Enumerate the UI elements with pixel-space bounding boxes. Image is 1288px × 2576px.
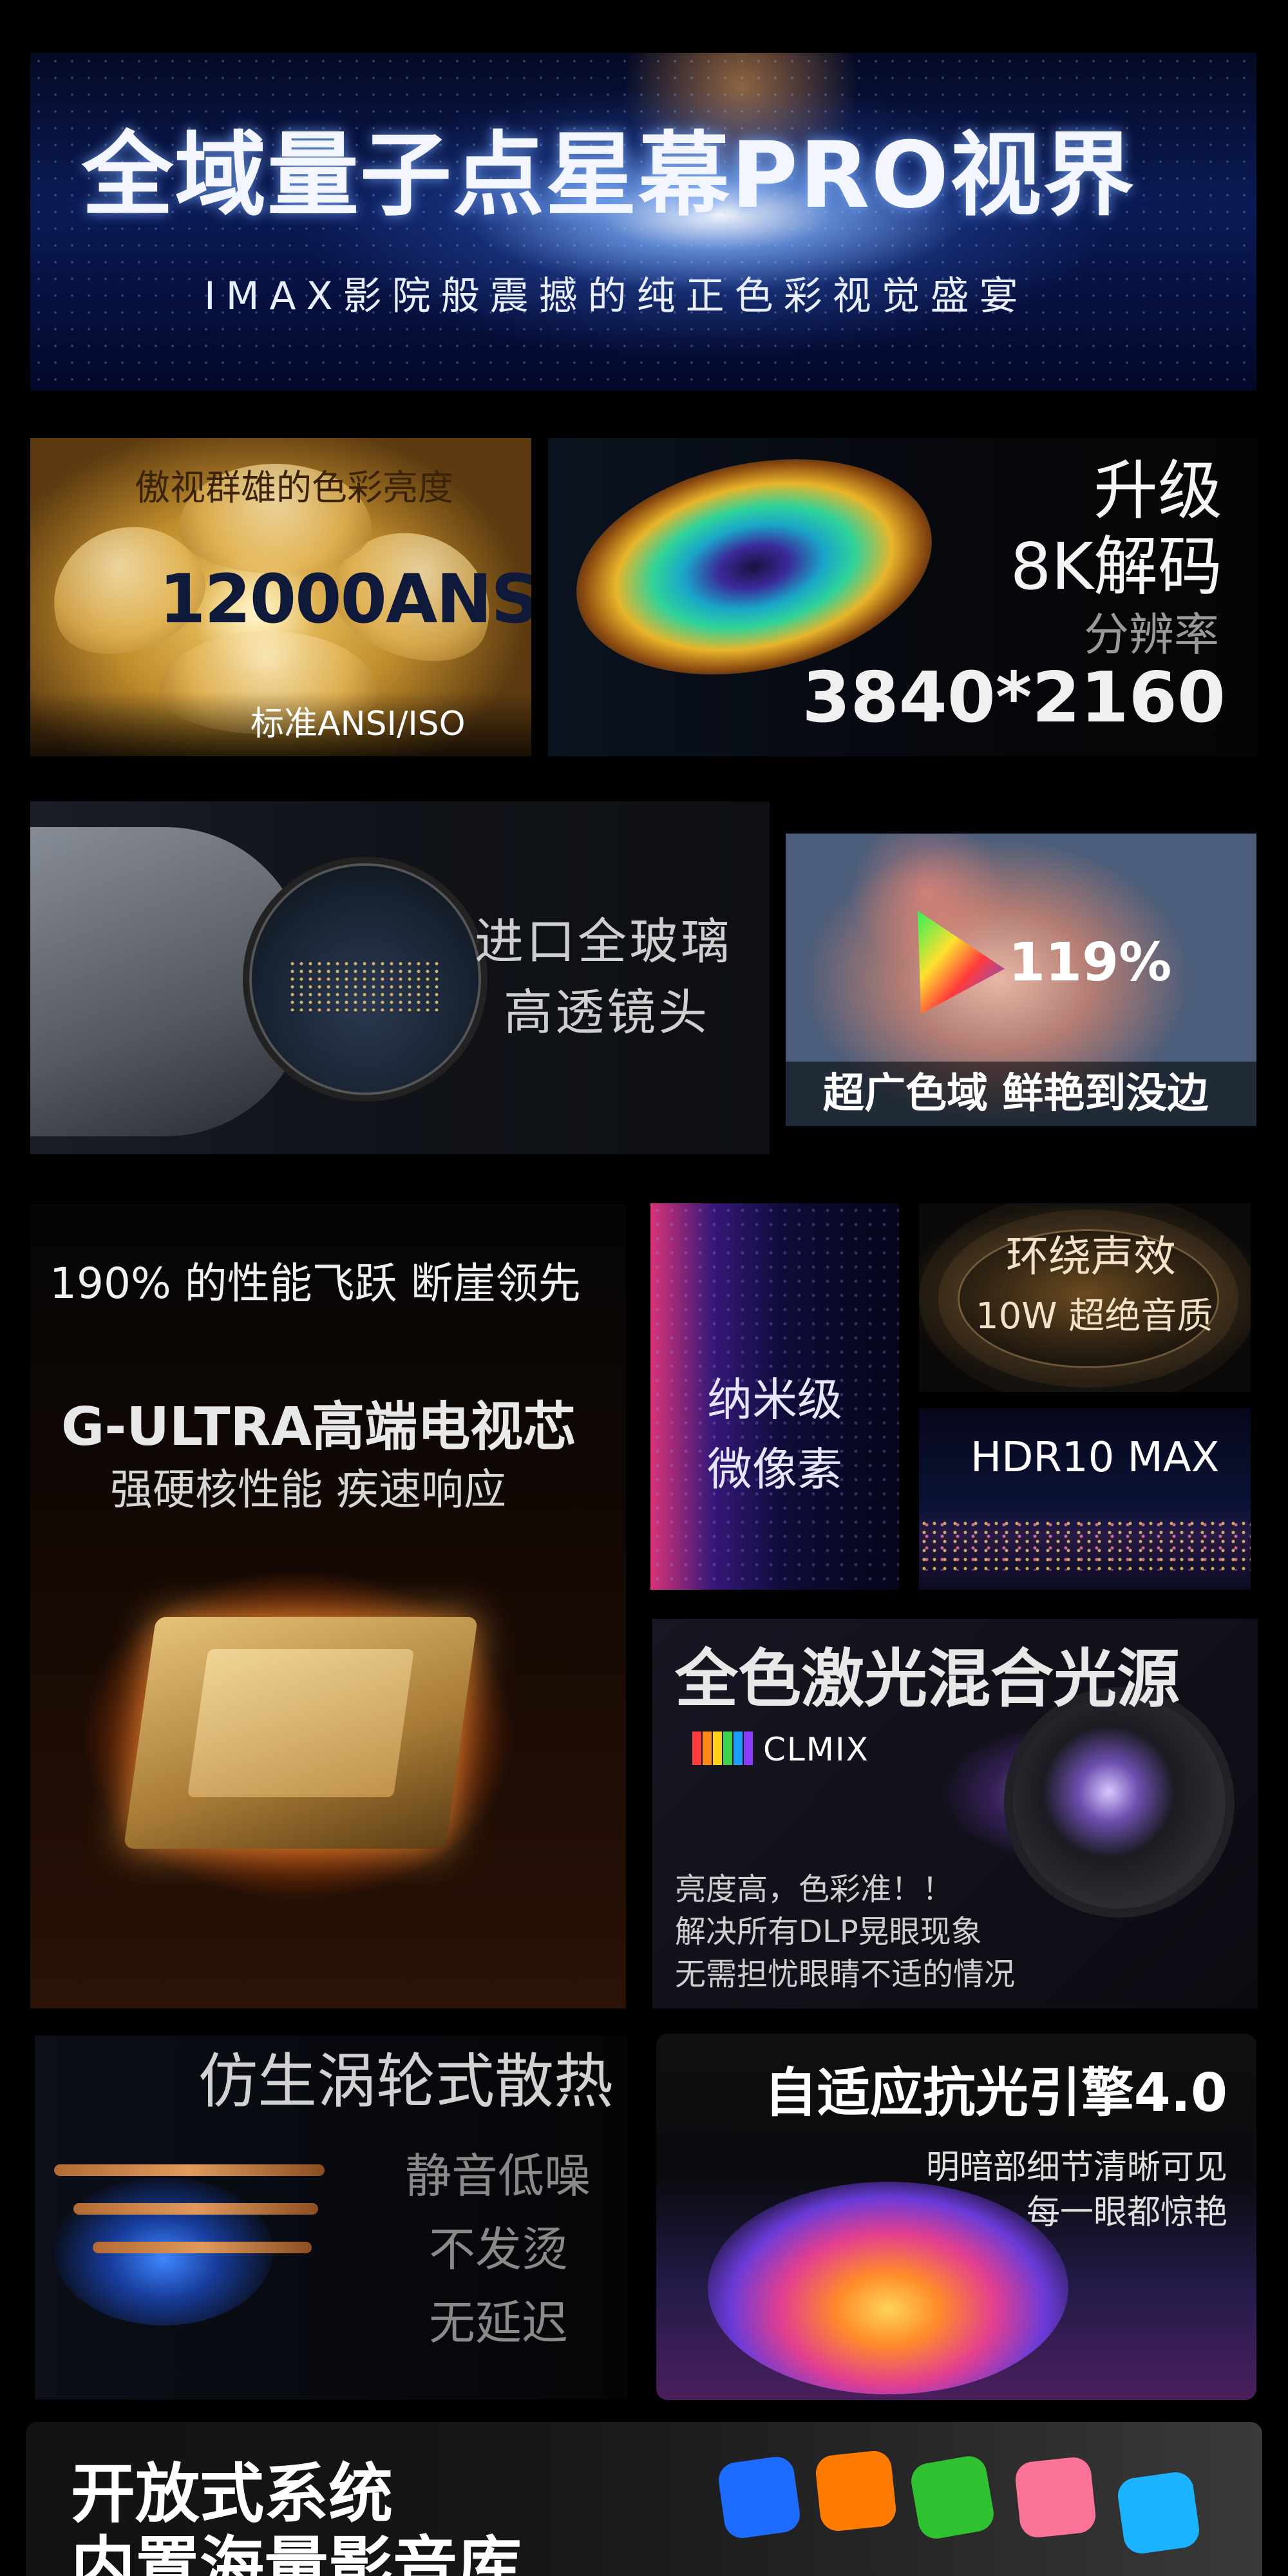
antilight-line1: 明暗部细节清晰可见 [925,2148,1227,2187]
surround-sound-card: 环绕声效 10W 超绝音质 [919,1203,1251,1392]
system-card: 开放式系统 内置海量影音库 [26,2422,1262,2576]
hero-title: 全域量子点星幕PRO视界 [82,122,1136,229]
gamut-percent: 119% [1009,932,1172,993]
brightness-standard: 标准ANSI/ISO [251,705,466,743]
chip-subtitle: 强硬核性能 疾速响应 [110,1465,506,1514]
laser-desc2: 解决所有DLP晃眼现象 [675,1914,982,1950]
laser-desc1: 亮度高，色彩准！！ [675,1871,954,1907]
magnifier-lens-image [243,857,488,1102]
chip-card: 190% 的性能飞跃 断崖领先 G-ULTRA高端电视芯 强硬核性能 疾速响应 [30,1205,626,2008]
lens-line1: 进口全玻璃 [475,913,732,970]
nano-pixel-card: 纳米级 微像素 [650,1203,899,1590]
resolution-line2: 8K解码 [1010,529,1222,604]
laser-title: 全色激光混合光源 [675,1643,1180,1716]
brightness-card: 傲视群雄的色彩亮度 12000ANSI 标准ANSI/ISO [30,438,531,756]
youku-app-icon [1115,2470,1202,2556]
flower-image [708,2182,1068,2394]
cooling-line3: 无延迟 [429,2296,569,2350]
antilight-line2: 每一眼都惊艳 [1026,2193,1227,2232]
resolution-line3: 分辨率 [1084,608,1219,661]
city-skyline-image [919,1519,1251,1570]
antilight-title: 自适应抗光引擎4.0 [764,2063,1227,2124]
resolution-card: 升级 8K解码 分辨率 3840*2160 [548,438,1258,756]
cooling-title: 仿生涡轮式散热 [198,2047,614,2116]
gamut-triangle-icon [918,911,1005,1014]
cooling-line1: 静音低噪 [405,2149,591,2203]
lens-line2: 高透镜头 [504,984,710,1041]
iqiyi-app-icon [908,2453,997,2542]
brightness-caption: 傲视群雄的色彩亮度 [135,467,454,508]
clmix-logo-text: CLMIX [763,1731,869,1768]
cooling-line2: 不发烫 [429,2222,569,2276]
chip-headline: 190% 的性能飞跃 断崖领先 [50,1259,581,1308]
hdr-card: HDR10 MAX [919,1408,1251,1590]
brightness-value: 12000ANSI [159,560,531,638]
system-line1: 开放式系统 [71,2456,393,2532]
tencent-video-app-icon [716,2454,802,2541]
mango-tv-app-icon [814,2449,898,2533]
lens-card: 进口全玻璃 高透镜头 [30,801,770,1154]
resolution-line1: 升级 [1094,453,1222,528]
hero-banner: 全域量子点星幕PRO视界 IMAX影院般震撼的纯正色彩视觉盛宴 [30,53,1256,390]
nano-line2: 微像素 [707,1443,842,1496]
sound-line1: 环绕声效 [1006,1232,1176,1281]
nano-line1: 纳米级 [707,1373,842,1426]
hdr-label: HDR10 MAX [971,1434,1220,1482]
color-gamut-card: 119% 超广色域 鲜艳到没边 [786,834,1256,1126]
laser-light-card: 全色激光混合光源 CLMIX 亮度高，色彩准！！ 解决所有DLP晃眼现象 无需担… [652,1619,1258,2008]
laser-desc3: 无需担忧眼睛不适的情况 [675,1956,1016,1992]
projector-lens-image [1013,1696,1226,1909]
sound-line2: 10W 超绝音质 [976,1295,1213,1337]
anti-light-card: 自适应抗光引擎4.0 明暗部细节清晰可见 每一眼都惊艳 [656,2034,1256,2400]
chip-title: G-ULTRA高端电视芯 [61,1397,576,1458]
resolution-value: 3840*2160 [802,658,1226,738]
gamut-caption: 超广色域 鲜艳到没边 [823,1070,1209,1118]
cooling-card: 仿生涡轮式散热 静音低噪 不发烫 无延迟 [35,2036,627,2399]
bilibili-app-icon [1014,2456,1097,2539]
hero-subtitle: IMAX影院般震撼的纯正色彩视觉盛宴 [204,274,1028,319]
system-line2: 内置海量影音库 [71,2529,522,2576]
clmix-logo-icon [692,1732,757,1765]
